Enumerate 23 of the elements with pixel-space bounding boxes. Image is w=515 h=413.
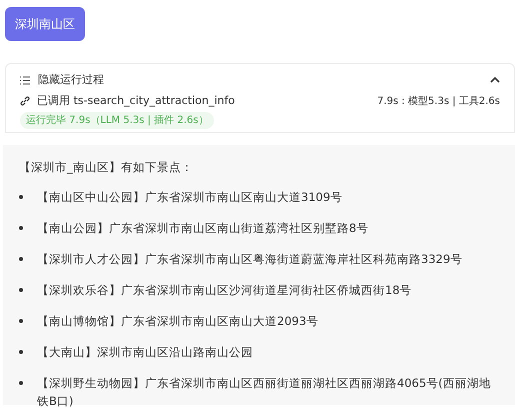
bullet-icon [19,257,23,262]
list-icon [20,76,30,84]
attraction-item: 【南山公园】广东省深圳市南山区南山街道荔湾社区别墅路8号 [37,220,368,238]
timing-text: 7.9s : 模型5.3s | 工具2.6s [377,94,500,108]
toggle-label[interactable]: 隐藏运行过程 [38,72,104,88]
bullet-icon [19,350,23,354]
attraction-item: 【深圳市人才公园】广东省深圳市南山区粤海街道蔚蓝海岸社区科苑南路3329号 [37,251,462,268]
status-badge: 运行完毕 7.9s（LLM 5.3s | 插件 2.6s） [20,112,214,129]
chevron-icon[interactable] [490,77,500,83]
query-button[interactable]: 深圳南山区 [5,7,85,41]
answer-intro: 【深圳市_南山区】有如下景点： [19,159,194,176]
attraction-item: 【深圳野生动物园】广东省深圳市南山区西丽街道丽湖社区西丽湖路4065号(西丽湖地铁B口) [37,375,492,410]
bullet-icon [19,288,23,292]
bullet-icon [19,226,23,230]
bullet-icon [19,381,23,386]
call-label: 已调用 ts-search_city_attraction_info [37,92,235,109]
bullet-icon [19,195,23,200]
attraction-item: 【南山区中山公园】广东省深圳市南山区南山大道3109号 [37,189,342,206]
bullet-icon [19,319,23,324]
attraction-item: 【南山博物馆】广东省深圳市南山区南山大道2093号 [37,313,318,330]
link-icon [20,96,30,106]
attraction-item: 【深圳欢乐谷】广东省深圳市南山区沙河街道星河街社区侨城西街18号 [37,282,412,300]
attraction-item: 【大南山】深圳市南山区沿山路南山公园 [37,344,253,362]
